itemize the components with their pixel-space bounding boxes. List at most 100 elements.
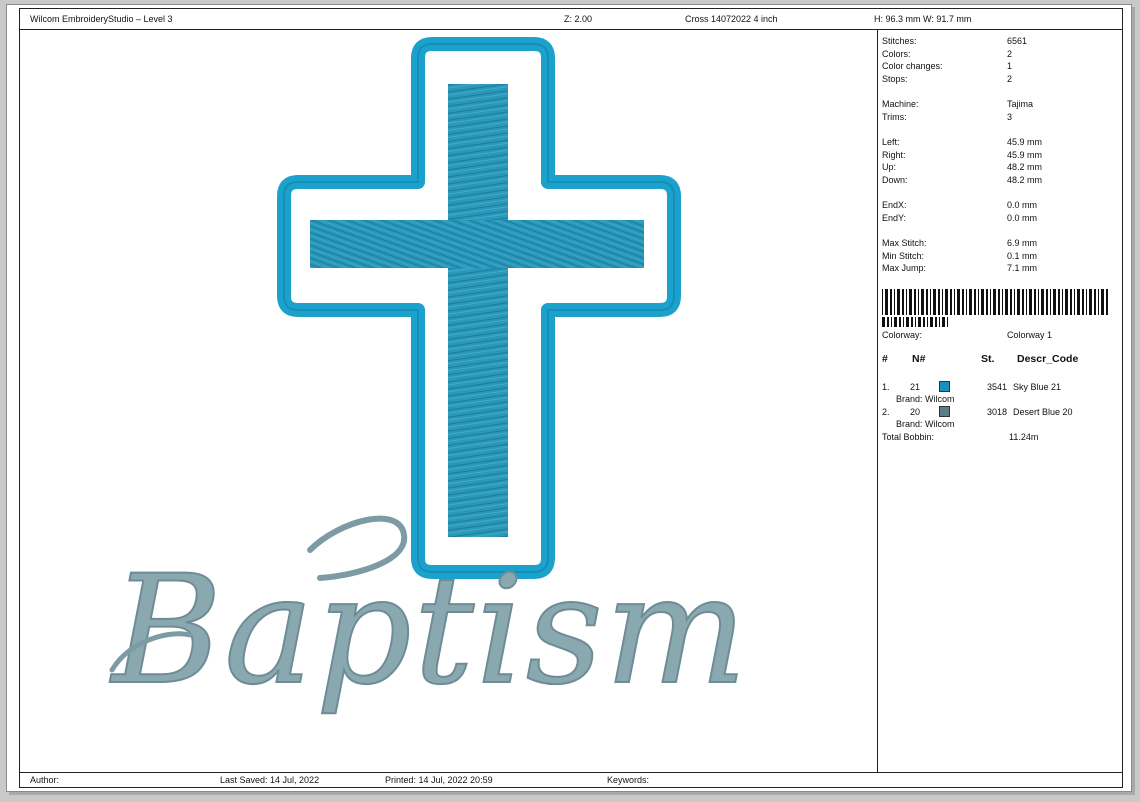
stat-label: Color changes: (882, 61, 943, 72)
barcode-bar (978, 289, 979, 315)
barcode-bar (890, 289, 892, 315)
stat-row: EndX: 0.0 mm (882, 199, 1112, 212)
barcode-bar (897, 289, 900, 315)
barcode-bar (1098, 289, 1099, 315)
stat-value: 2 (1007, 73, 1013, 84)
barcode-bar (930, 289, 931, 315)
colorway-value: Colorway 1 (1007, 330, 1053, 340)
stat-value: 7.1 mm (1007, 263, 1038, 274)
worksheet-frame: Wilcom EmbroideryStudio – Level 3 Z: 2.0… (19, 8, 1123, 788)
barcode-bar (902, 289, 904, 315)
barcode-bar (882, 317, 885, 327)
barcode-bar (1014, 289, 1015, 315)
barcode-bar (993, 289, 996, 315)
barcode-bar (1089, 289, 1092, 315)
stat-row: EndY: 0.0 mm (882, 212, 1112, 225)
barcode-bar (918, 289, 919, 315)
barcode-bar (891, 317, 892, 327)
brand-row-2: Brand: Wilcom (896, 419, 955, 429)
barcode-bar (1046, 289, 1048, 315)
stat-label: Max Stitch: (882, 238, 927, 248)
barcode-bar (938, 289, 940, 315)
stat-row: Machine: Tajima (882, 98, 1112, 111)
barcode-bar (927, 317, 928, 327)
stat-label: Right: (882, 149, 906, 160)
stat-value: 6.9 mm (1007, 238, 1038, 248)
design-preview: Baptism (20, 30, 878, 772)
barcode-bar (962, 289, 964, 315)
colorway-row: Colorway: Colorway 1 (882, 329, 1112, 342)
stat-label: EndY: (882, 212, 907, 223)
barcode-bar (1086, 289, 1087, 315)
stat-label: EndX: (882, 200, 907, 210)
barcode-bar (1002, 289, 1003, 315)
stat-value: 0.0 mm (1007, 212, 1038, 223)
barcode-bar (894, 317, 897, 327)
stat-label: Colors: (882, 48, 911, 59)
stat-value: 45.9 mm (1007, 149, 1043, 160)
stat-row: Max Jump: 7.1 mm (882, 262, 1112, 275)
barcode-bar (903, 317, 904, 327)
stat-row: Trims: 3 (882, 111, 1112, 124)
print-preview-sheet: Wilcom EmbroideryStudio – Level 3 Z: 2.0… (6, 4, 1132, 792)
stat-value: 3 (1007, 111, 1013, 122)
footer-last-saved: Last Saved: 14 Jul, 2022 (220, 775, 320, 785)
design-size: H: 96.3 mm W: 91.7 mm (874, 14, 972, 24)
barcode-bar (906, 289, 907, 315)
barcode-bar (933, 289, 936, 315)
stat-row: Stops: 2 (882, 73, 1112, 86)
stat-row: Min Stitch: 0.1 mm (882, 250, 1112, 263)
barcode-bar (899, 317, 901, 327)
barcode-bar (894, 289, 895, 315)
stat-label: Left: (882, 137, 900, 147)
barcode-bar (945, 289, 948, 315)
barcode-bar (885, 289, 888, 315)
footer-keywords: Keywords: (607, 775, 650, 785)
stat-row: Color changes: 1 (882, 60, 1112, 73)
barcode-bar (906, 317, 909, 327)
barcode-icon (882, 289, 1108, 315)
stat-value: 48.2 mm (1007, 174, 1043, 185)
stat-value: 1 (1007, 61, 1013, 72)
stat-label: Stops: (882, 73, 908, 84)
design-name: Cross 14072022 4 inch (685, 14, 778, 24)
barcode-bar (1058, 289, 1060, 315)
barcode-bar (1077, 289, 1080, 315)
embroidery-artwork: Baptism (108, 37, 748, 719)
barcode-bar (882, 289, 883, 315)
barcode-bar (930, 317, 933, 327)
stat-value: 0.0 mm (1007, 200, 1038, 210)
barcode-bar (1022, 289, 1024, 315)
header-bar: Wilcom EmbroideryStudio – Level 3 Z: 2.0… (20, 9, 1122, 30)
stat-value: 2 (1007, 48, 1013, 59)
stat-label: Down: (882, 174, 908, 185)
barcode-bar (914, 289, 916, 315)
barcode-bar (923, 317, 925, 327)
barcode-bar (998, 289, 1000, 315)
barcode-bar (969, 289, 972, 315)
stat-label: Stitches: (882, 36, 917, 46)
barcode-bar (911, 317, 913, 327)
barcode-bar (942, 289, 943, 315)
stat-value: 6561 (1007, 36, 1028, 46)
color-table-header: # N# St. Descr_Code (882, 353, 1112, 367)
barcode-bar (918, 317, 921, 327)
barcode-bar (986, 289, 988, 315)
barcode-bar (1010, 289, 1012, 315)
barcode-bar (1005, 289, 1008, 315)
barcode-bar (966, 289, 967, 315)
barcode-bar (1041, 289, 1044, 315)
barcode-bar (1017, 289, 1020, 315)
barcode-bar (957, 289, 960, 315)
stat-label: Trims: (882, 111, 907, 122)
barcode-icon (882, 317, 948, 327)
barcode-bar (926, 289, 928, 315)
barcode-bar (1050, 289, 1051, 315)
stat-row: Stitches: 6561 (882, 35, 1112, 48)
cross-inner-vertical (448, 84, 508, 537)
stat-label: Min Stitch: (882, 250, 925, 261)
barcode-bar (935, 317, 937, 327)
barcode-bar (887, 317, 889, 327)
footer-author: Author: (30, 775, 60, 785)
col-description: Descr_Code (1017, 353, 1079, 365)
